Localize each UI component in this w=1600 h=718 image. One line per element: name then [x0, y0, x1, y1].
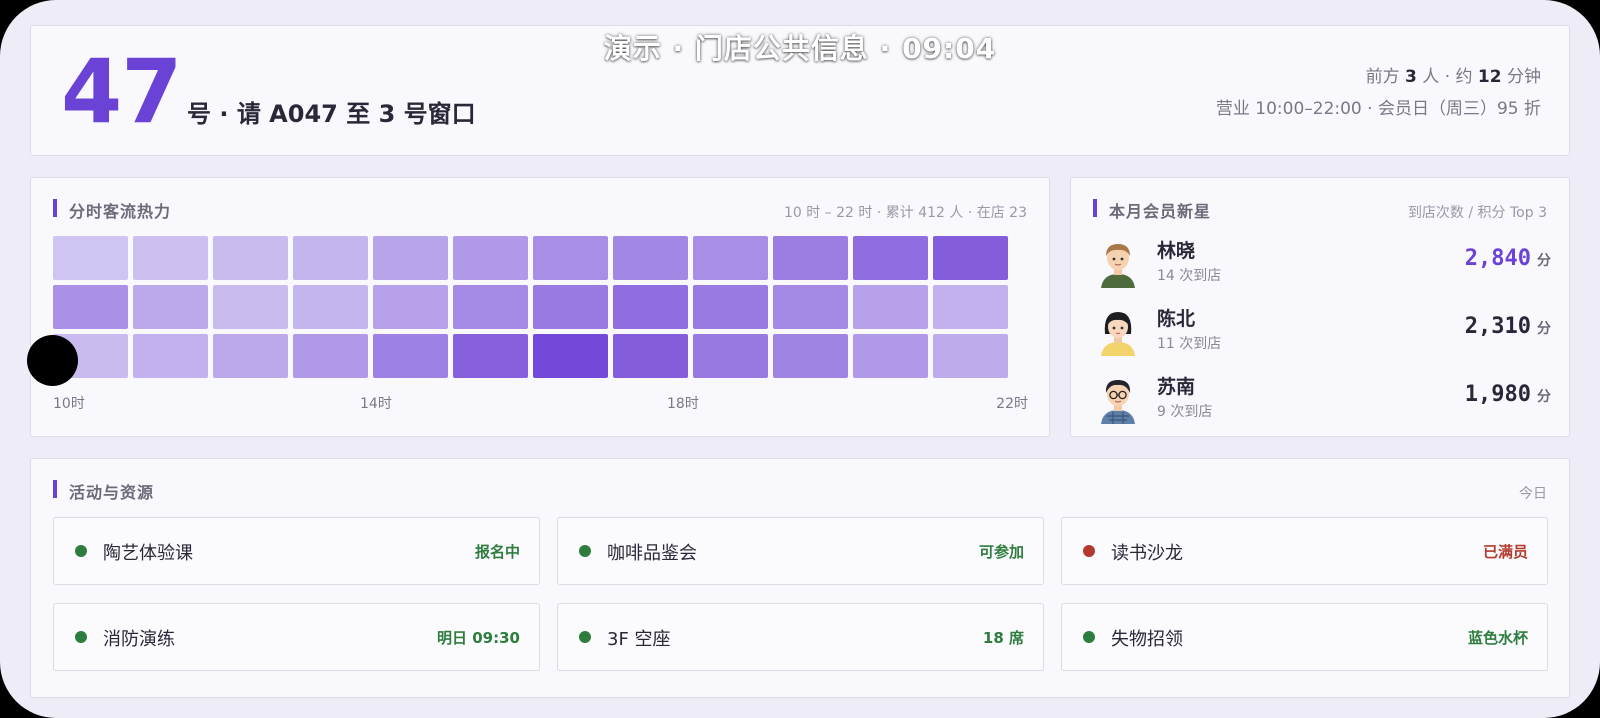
activity-card[interactable]: 陶艺体验课 报名中 — [53, 517, 540, 585]
heatmap-meta: 10 时 – 22 时 · 累计 412 人 · 在店 23 — [783, 205, 1027, 221]
heatmap-cell — [213, 236, 288, 280]
activity-status: 明日 09:30 — [437, 629, 520, 647]
heatmap-cell — [213, 334, 288, 378]
heatmap-cell — [133, 334, 208, 378]
heatmap-cell — [853, 285, 928, 329]
activities-meta: 今日 — [1519, 486, 1547, 502]
call-instruction: 号 · 请 A047 至 3 号窗口 — [187, 100, 476, 128]
signage-screen: 演示 · 门店公共信息 · 09:04 47 号 · 请 A047 至 3 号窗… — [0, 0, 1600, 718]
activities-title: 活动与资源 — [53, 479, 154, 503]
member-name: 陈北 — [1157, 308, 1196, 330]
activity-status: 可参加 — [978, 543, 1024, 561]
activities-panel: 活动与资源 今日 陶艺体验课 报名中 咖啡品鉴会 可参加 读书沙龙 已满员 消防… — [30, 458, 1570, 698]
member-name: 苏南 — [1157, 376, 1196, 398]
boy-avatar-icon — [1101, 244, 1135, 288]
heatmap-cell — [773, 334, 848, 378]
heatmap-grid — [53, 236, 1028, 382]
heatmap-axis: 10时 14时 18时 22时 — [53, 393, 1028, 413]
heatmap-cell — [213, 285, 288, 329]
heatmap-cell — [453, 285, 528, 329]
heatmap-tick: 14时 — [360, 396, 392, 412]
overlay-title: 演示 · 门店公共信息 · 09:04 — [603, 32, 997, 65]
heatmap-cell — [773, 236, 848, 280]
member-score: 2,310 分 — [1464, 314, 1551, 339]
activity-name: 消防演练 — [103, 629, 175, 650]
activity-card[interactable]: 失物招领 蓝色水杯 — [1061, 603, 1548, 671]
heatmap-cell — [133, 285, 208, 329]
heatmap-cell — [293, 236, 368, 280]
heatmap-cell — [853, 236, 928, 280]
heatmap-tick: 10时 — [53, 396, 85, 412]
heatmap-cell — [693, 236, 768, 280]
traffic-heatmap-panel: 分时客流热力 10 时 – 22 时 · 累计 412 人 · 在店 23 10… — [30, 177, 1050, 437]
member-score: 2,840 分 — [1464, 246, 1551, 271]
activity-card[interactable]: 消防演练 明日 09:30 — [53, 603, 540, 671]
heatmap-cell — [533, 236, 608, 280]
heatmap-title: 分时客流热力 — [53, 198, 171, 222]
heatmap-cell — [533, 285, 608, 329]
activity-card[interactable]: 咖啡品鉴会 可参加 — [557, 517, 1044, 585]
girl-avatar-icon — [1101, 312, 1135, 356]
member-visits: 11 次到店 — [1157, 336, 1222, 352]
member-row: 陈北 11 次到店 2,310 分 — [1091, 302, 1551, 362]
heatmap-cell — [373, 334, 448, 378]
heatmap-cell — [373, 236, 448, 280]
members-title: 本月会员新星 — [1093, 198, 1211, 222]
activity-card[interactable]: 3F 空座 18 席 — [557, 603, 1044, 671]
member-visits: 14 次到店 — [1157, 268, 1222, 284]
heatmap-cell — [613, 334, 688, 378]
heatmap-cell — [373, 285, 448, 329]
heatmap-cell — [933, 285, 1008, 329]
members-meta: 到店次数 / 积分 Top 3 — [1407, 205, 1547, 221]
activity-status: 蓝色水杯 — [1467, 629, 1528, 647]
heatmap-cell — [53, 236, 128, 280]
heatmap-cell — [613, 285, 688, 329]
activity-status: 18 席 — [982, 629, 1024, 647]
heatmap-cell — [933, 236, 1008, 280]
heatmap-cell — [133, 236, 208, 280]
member-stars-panel: 本月会员新星 到店次数 / 积分 Top 3 林晓 14 次到店 2,840分 — [1070, 177, 1570, 437]
heatmap-cell — [533, 334, 608, 378]
heatmap-cell — [293, 334, 368, 378]
heatmap-cell — [853, 334, 928, 378]
status-dot-icon — [1083, 631, 1095, 643]
member-score: 1,980 分 — [1464, 382, 1551, 407]
heatmap-cell — [293, 285, 368, 329]
heatmap-cell — [693, 285, 768, 329]
status-dot-icon — [75, 545, 87, 557]
activity-status: 报名中 — [474, 543, 520, 561]
status-dot-icon — [1083, 545, 1095, 557]
status-dot-icon — [75, 631, 87, 643]
status-dot-icon — [579, 545, 591, 557]
heatmap-cell — [453, 334, 528, 378]
status-dot-icon — [579, 631, 591, 643]
activity-name: 失物招领 — [1111, 629, 1183, 650]
activity-name: 3F 空座 — [607, 629, 671, 650]
heatmap-cell — [773, 285, 848, 329]
heatmap-cell — [693, 334, 768, 378]
heatmap-cell — [613, 236, 688, 280]
member-row: 林晓 14 次到店 2,840 分 — [1091, 234, 1551, 294]
member-visits: 9 次到店 — [1157, 404, 1213, 420]
heatmap-tick: 18时 — [667, 396, 699, 412]
glasses-boy-avatar-icon — [1101, 380, 1135, 424]
heatmap-cell — [933, 334, 1008, 378]
heatmap-tick: 22时 — [996, 396, 1028, 412]
activity-name: 陶艺体验课 — [103, 543, 193, 564]
activity-card[interactable]: 读书沙龙 已满员 — [1061, 517, 1548, 585]
heatmap-cell — [53, 285, 128, 329]
activity-name: 咖啡品鉴会 — [607, 543, 697, 564]
business-hours: 营业 10:00–22:00 · 会员日（周三）95 折 — [1215, 99, 1541, 119]
heatmap-cell — [453, 236, 528, 280]
touch-indicator — [27, 335, 78, 386]
member-row: 苏南 9 次到店 1,980 分 — [1091, 370, 1551, 430]
activity-name: 读书沙龙 — [1111, 543, 1183, 564]
activity-status: 已满员 — [1482, 543, 1528, 561]
member-name: 林晓 — [1157, 240, 1196, 262]
